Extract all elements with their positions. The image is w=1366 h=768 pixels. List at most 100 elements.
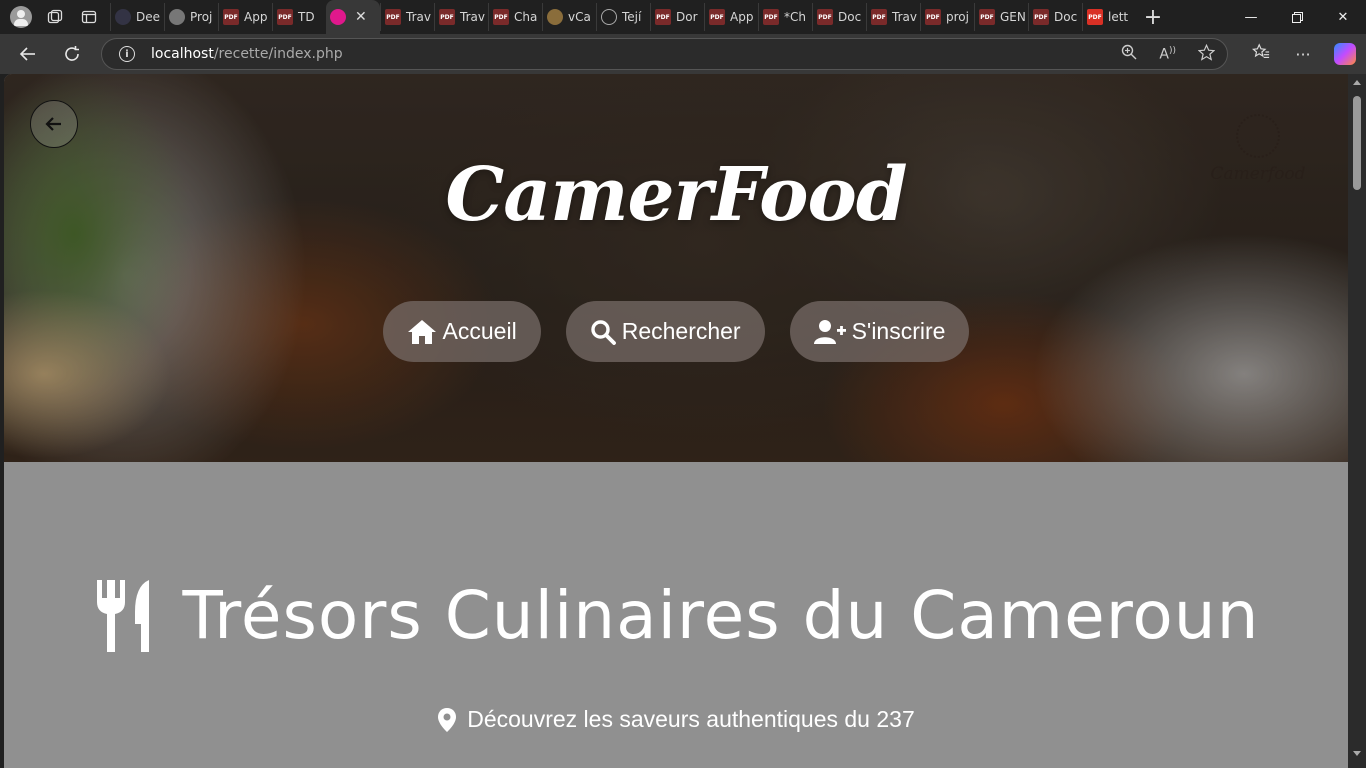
section-heading-text: Trésors Culinaires du Cameroun bbox=[182, 577, 1260, 654]
site-brand-title: CamerFood bbox=[445, 152, 907, 238]
page-scrollbar[interactable] bbox=[1348, 74, 1366, 768]
tab-strip: Dee Proj PDF App PDF TD ✕ PDF Trav PDF Trav … bbox=[0, 0, 1366, 34]
browser-tab-active[interactable]: ✕ bbox=[326, 0, 380, 34]
utensils-icon bbox=[96, 579, 149, 652]
app-icon bbox=[547, 9, 563, 25]
favorites-icon[interactable] bbox=[1240, 43, 1282, 65]
tab-title: Doc bbox=[1054, 10, 1078, 24]
pdf-icon: PDF bbox=[1087, 9, 1103, 25]
pdf-icon: PDF bbox=[439, 9, 455, 25]
deepl-icon bbox=[115, 9, 131, 25]
browser-tab[interactable]: PDF App bbox=[704, 3, 758, 31]
globe-icon bbox=[601, 9, 617, 25]
browser-tab[interactable]: PDF Doc bbox=[812, 3, 866, 31]
pdf-icon: PDF bbox=[277, 9, 293, 25]
section-subtitle: Découvrez les saveurs authentiques du 23… bbox=[4, 706, 1348, 733]
arrow-left-icon bbox=[45, 117, 61, 131]
browser-tab[interactable]: PDF Trav bbox=[866, 3, 920, 31]
tab-title: Trav bbox=[460, 10, 485, 24]
section-heading: Trésors Culinaires du Cameroun bbox=[4, 577, 1348, 654]
favorite-star-icon[interactable] bbox=[1197, 43, 1216, 65]
read-aloud-icon[interactable]: A)) bbox=[1159, 46, 1176, 63]
tab-title: Dee bbox=[136, 10, 161, 24]
scrollbar-thumb[interactable] bbox=[1353, 96, 1361, 190]
tab-list: Dee Proj PDF App PDF TD ✕ PDF Trav PDF Trav … bbox=[110, 0, 1132, 34]
tab-actions-icon[interactable] bbox=[72, 0, 106, 34]
url-host: localhost bbox=[151, 46, 214, 62]
copilot-icon[interactable] bbox=[1334, 43, 1356, 65]
browser-tab[interactable]: PDF App bbox=[218, 3, 272, 31]
tab-title: Trav bbox=[406, 10, 431, 24]
pdf-icon: PDF bbox=[763, 9, 779, 25]
workspaces-icon[interactable] bbox=[38, 0, 72, 34]
pdf-icon: PDF bbox=[709, 9, 725, 25]
gear-icon bbox=[169, 9, 185, 25]
tab-title: vCa bbox=[568, 10, 591, 24]
new-tab-button[interactable]: + bbox=[1136, 5, 1170, 30]
address-bar[interactable]: i localhost/recette/index.php A)) bbox=[101, 38, 1228, 70]
intro-section: Trésors Culinaires du Cameroun Découvrez… bbox=[4, 462, 1348, 768]
tab-title: App bbox=[244, 10, 268, 24]
main-nav: Accueil Rechercher S'inscrire bbox=[4, 301, 1348, 362]
scroll-down-arrow-icon[interactable] bbox=[1353, 751, 1361, 756]
browser-tab[interactable]: PDF Doc bbox=[1028, 3, 1082, 31]
browser-tab[interactable]: PDF Dor bbox=[650, 3, 704, 31]
profile-avatar[interactable] bbox=[10, 6, 32, 28]
tab-title: Tejí bbox=[622, 10, 642, 24]
hero-banner: Camerfood CamerFood Accueil Rechercher S… bbox=[4, 74, 1348, 462]
scroll-up-arrow-icon[interactable] bbox=[1353, 80, 1361, 85]
nav-home-label: Accueil bbox=[442, 318, 517, 344]
browser-tab[interactable]: vCa bbox=[542, 3, 596, 31]
search-icon bbox=[591, 319, 616, 345]
tab-title: Proj bbox=[190, 10, 213, 24]
tab-title: proj bbox=[946, 10, 969, 24]
pdf-icon: PDF bbox=[493, 9, 509, 25]
browser-tab[interactable]: PDF Trav bbox=[380, 3, 434, 31]
site-info-icon[interactable]: i bbox=[119, 46, 135, 62]
page-viewport: Camerfood CamerFood Accueil Rechercher S… bbox=[4, 74, 1348, 768]
pdf-icon: PDF bbox=[385, 9, 401, 25]
browser-tab[interactable]: Proj bbox=[164, 3, 218, 31]
tab-title: TD bbox=[298, 10, 315, 24]
refresh-icon[interactable] bbox=[52, 34, 92, 74]
more-options-icon[interactable]: ··· bbox=[1282, 45, 1324, 64]
close-tab-icon[interactable]: ✕ bbox=[355, 9, 367, 25]
close-icon[interactable]: ✕ bbox=[1320, 0, 1366, 34]
browser-tab[interactable]: PDF GEN bbox=[974, 3, 1028, 31]
browser-tab[interactable]: PDF lett bbox=[1082, 3, 1132, 31]
window-controls: — ✕ bbox=[1228, 0, 1366, 34]
pdf-icon: PDF bbox=[871, 9, 887, 25]
home-icon bbox=[407, 319, 436, 344]
url-text[interactable]: localhost/recette/index.php bbox=[151, 46, 343, 62]
map-pin-icon bbox=[438, 707, 457, 732]
back-button[interactable] bbox=[30, 100, 78, 148]
user-plus-icon bbox=[813, 319, 846, 344]
zoom-icon[interactable] bbox=[1121, 44, 1137, 64]
nav-search-label: Rechercher bbox=[621, 318, 741, 344]
pdf-icon: PDF bbox=[979, 9, 995, 25]
back-arrow-icon[interactable] bbox=[8, 34, 48, 74]
pdf-icon: PDF bbox=[925, 9, 941, 25]
minimize-icon[interactable]: — bbox=[1228, 0, 1274, 34]
pdf-icon: PDF bbox=[1033, 9, 1049, 25]
browser-tab[interactable]: Dee bbox=[110, 3, 164, 31]
tab-title: GEN bbox=[1000, 10, 1026, 24]
tab-title: App bbox=[730, 10, 754, 24]
browser-tab[interactable]: PDF Cha bbox=[488, 3, 542, 31]
browser-tab[interactable]: PDF *Ch bbox=[758, 3, 812, 31]
browser-tab[interactable]: PDF TD bbox=[272, 3, 326, 31]
nav-search-button[interactable]: Rechercher bbox=[565, 301, 765, 362]
url-path: /recette/index.php bbox=[213, 46, 343, 62]
browser-tab[interactable]: PDF Trav bbox=[434, 3, 488, 31]
browser-tab[interactable]: Tejí bbox=[596, 3, 650, 31]
tab-title: lett bbox=[1108, 10, 1129, 24]
nav-home-button[interactable]: Accueil bbox=[382, 301, 541, 362]
restore-icon[interactable] bbox=[1274, 0, 1320, 34]
browser-toolbar: i localhost/recette/index.php A)) ··· bbox=[0, 34, 1366, 74]
tab-title: Cha bbox=[514, 10, 538, 24]
tab-title: Doc bbox=[838, 10, 862, 24]
browser-tab[interactable]: PDF proj bbox=[920, 3, 974, 31]
pdf-icon: PDF bbox=[223, 9, 239, 25]
tab-title: *Ch bbox=[784, 10, 806, 24]
nav-signup-button[interactable]: S'inscrire bbox=[789, 301, 970, 362]
